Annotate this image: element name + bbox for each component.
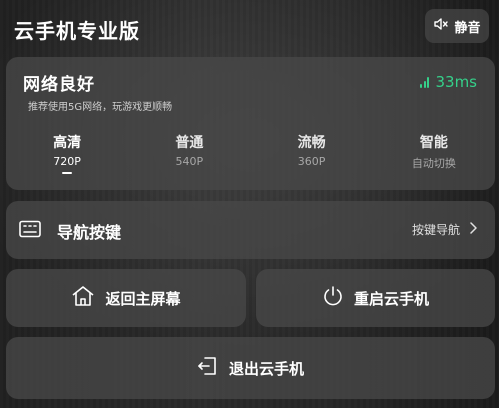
home-icon bbox=[71, 285, 95, 311]
exit-button[interactable]: 退出云手机 bbox=[6, 337, 495, 399]
quality-option-label: 高清 bbox=[53, 135, 82, 151]
app-title: 云手机专业版 bbox=[14, 19, 140, 43]
speaker-muted-icon bbox=[433, 16, 449, 36]
quality-option-resolution: 自动切换 bbox=[411, 157, 456, 170]
quality-option-auto[interactable]: 智能 自动切换 bbox=[373, 132, 495, 174]
network-status: 网络良好 bbox=[23, 75, 95, 95]
quality-option-smooth[interactable]: 流畅 360P bbox=[251, 132, 373, 174]
restart-button[interactable]: 重启云手机 bbox=[256, 269, 495, 327]
navigation-keys-row[interactable]: 导航按键 按键导航 bbox=[6, 201, 495, 259]
quality-option-label: 流畅 bbox=[297, 135, 326, 151]
quality-option-label: 普通 bbox=[175, 135, 204, 151]
return-home-button[interactable]: 返回主屏幕 bbox=[6, 269, 246, 327]
navigation-keys-value: 按键导航 bbox=[412, 221, 477, 238]
network-panel: 网络良好 推荐使用5G网络，玩游戏更顺畅 33ms 高清 720P 普通 540… bbox=[6, 57, 495, 190]
mute-label: 静音 bbox=[454, 20, 481, 36]
power-icon bbox=[322, 285, 344, 311]
navigation-mode-value: 按键导航 bbox=[411, 223, 460, 237]
exit-icon bbox=[197, 355, 219, 381]
latency-value: 33ms bbox=[435, 73, 477, 91]
signal-bars-icon bbox=[420, 76, 430, 88]
mute-button[interactable]: 静音 bbox=[425, 9, 489, 43]
keyboard-icon bbox=[19, 220, 41, 242]
return-home-label: 返回主屏幕 bbox=[105, 289, 181, 308]
quality-option-resolution: 360P bbox=[297, 155, 326, 168]
quality-option-label: 智能 bbox=[419, 135, 448, 151]
quality-option-resolution: 540P bbox=[175, 155, 204, 168]
latency-indicator: 33ms bbox=[420, 73, 477, 91]
network-hint: 推荐使用5G网络，玩游戏更顺畅 bbox=[28, 102, 173, 113]
selected-indicator bbox=[62, 172, 73, 174]
quality-option-standard[interactable]: 普通 540P bbox=[128, 132, 250, 174]
quality-option-resolution: 720P bbox=[53, 155, 81, 168]
chevron-right-icon bbox=[469, 222, 477, 237]
exit-label: 退出云手机 bbox=[228, 359, 304, 378]
quality-option-hd[interactable]: 高清 720P bbox=[6, 132, 128, 174]
quality-selector: 高清 720P 普通 540P 流畅 360P 智能 自动切换 bbox=[6, 132, 495, 174]
restart-label: 重启云手机 bbox=[353, 289, 429, 308]
navigation-keys-label: 导航按键 bbox=[57, 223, 122, 242]
